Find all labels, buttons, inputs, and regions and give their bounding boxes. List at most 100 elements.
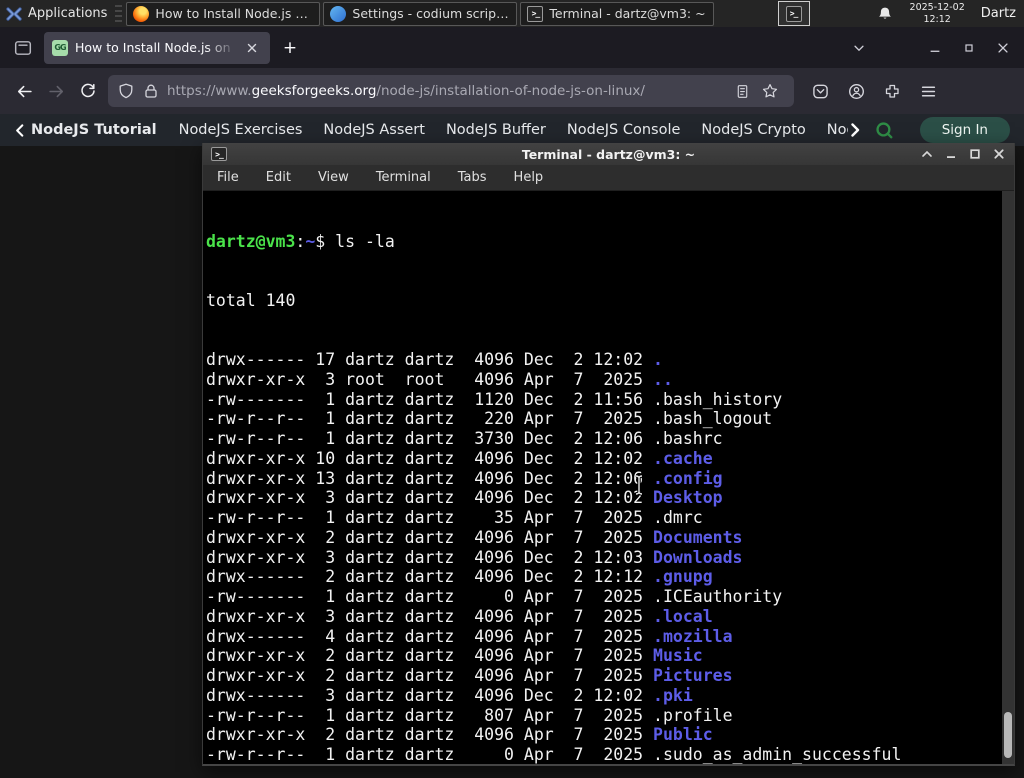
file-name: .profile (653, 705, 733, 725)
file-name: Desktop (653, 488, 723, 508)
url-path: /node-js/installation-of-node-js-on-linu… (376, 83, 645, 99)
menu-button[interactable] (914, 77, 942, 105)
pocket-icon (812, 84, 828, 98)
list-all-tabs-button[interactable] (844, 34, 874, 62)
tray-terminal-slot[interactable]: >_ (777, 1, 810, 26)
clock[interactable]: 2025-12-02 12:12 (910, 2, 965, 25)
terminal-menubar: File Edit View Terminal Tabs Help (203, 165, 1014, 191)
terminal-line: drwxr-xr-x 3 dartz dartz 4096 Apr 7 2025… (206, 606, 713, 626)
prompt-colon: : (295, 231, 306, 251)
site-search-button[interactable] (875, 121, 894, 140)
browser-minimize-button[interactable] (918, 34, 952, 62)
taskbar-window-terminal[interactable]: >_ Terminal - dartz@vm3: ~ (520, 1, 715, 26)
chevron-left-icon (16, 123, 24, 137)
terminal-prompt-line: dartz@vm3:~$ ls -la (206, 232, 1014, 252)
terminal-line: drwx------ 2 dartz dartz 4096 Dec 2 12:1… (206, 567, 713, 587)
tracking-protection-shield-icon[interactable] (118, 83, 134, 99)
url-bar[interactable]: https://www.geeksforgeeks.org/node-js/in… (108, 75, 794, 107)
file-name: Documents (653, 527, 743, 547)
clock-date: 2025-12-02 (909, 2, 965, 14)
prompt-command: $ ls -la (315, 231, 395, 251)
terminal-line: drwxr-xr-x 10 dartz dartz 4096 Dec 2 12:… (206, 448, 713, 468)
browser-close-button[interactable] (986, 34, 1020, 62)
terminal-line: drwxr-xr-x 3 root root 4096 Apr 7 2025 .… (206, 369, 673, 389)
taskbar-window-label: How to Install Node.js o... (155, 6, 314, 21)
chevron-right-icon (851, 123, 859, 137)
account-button[interactable] (842, 77, 870, 105)
terminal-menu-view[interactable]: View (318, 170, 349, 185)
reload-button[interactable] (72, 75, 104, 107)
maximize-icon (965, 43, 973, 52)
chevron-down-icon (854, 45, 864, 51)
terminal-line: drwxr-xr-x 13 dartz dartz 4096 Dec 2 12:… (206, 468, 723, 488)
browser-maximize-button[interactable] (952, 34, 986, 62)
file-name: .dmrc (653, 508, 703, 527)
applications-label: Applications (28, 6, 108, 21)
nav-item-nodejs-exercises[interactable]: NodeJS Exercises (179, 122, 303, 138)
nav-back-nodejs-tutorial[interactable]: NodeJS Tutorial (14, 122, 157, 138)
terminal-titlebar[interactable]: >_ Terminal - dartz@vm3: ~ (203, 143, 1014, 165)
terminal-scrollbar[interactable] (1002, 191, 1014, 764)
terminal-close-button[interactable] (992, 147, 1006, 161)
new-tab-button[interactable]: + (276, 34, 304, 62)
user-menu[interactable]: Dartz (981, 6, 1016, 21)
file-name: .. (653, 369, 673, 389)
minimize-icon (947, 156, 955, 158)
forward-button[interactable] (40, 75, 72, 107)
terminal-scrollbar-thumb[interactable] (1004, 712, 1012, 759)
terminal-menu-help[interactable]: Help (514, 170, 544, 185)
terminal-maximize-button[interactable] (968, 147, 982, 161)
reader-mode-icon (737, 84, 747, 98)
notifications-button[interactable] (874, 6, 896, 22)
nav-item-nodejs-buffer[interactable]: NodeJS Buffer (446, 122, 546, 138)
tab-title: How to Install Node.js on (75, 40, 231, 55)
terminal-menu-terminal[interactable]: Terminal (376, 170, 431, 185)
file-name: .pki (653, 685, 693, 705)
terminal-minimize-button[interactable] (944, 147, 958, 161)
nav-item-nodejs-console[interactable]: NodeJS Console (567, 122, 681, 138)
account-icon (848, 83, 864, 99)
nav-item-nodejs-dns[interactable]: NodeJS DNS (827, 122, 848, 138)
terminal-menu-file[interactable]: File (217, 170, 239, 185)
pocket-save-button[interactable] (806, 77, 834, 105)
taskbar-window-firefox[interactable]: How to Install Node.js o... (126, 1, 321, 26)
firefox-view-button[interactable] (8, 34, 38, 62)
taskbar-window-label: Settings - codium script... (352, 6, 511, 21)
file-name: Public (653, 725, 713, 745)
reader-mode-button[interactable] (728, 77, 756, 105)
terminal-menu-tabs[interactable]: Tabs (458, 170, 487, 185)
taskbar-window-codium[interactable]: Settings - codium script... (323, 1, 518, 26)
terminal-total-line: total 140 (206, 290, 296, 310)
terminal-line: -rw-r--r-- 1 dartz dartz 220 Apr 7 2025 … (206, 409, 773, 429)
nav-item-nodejs-assert[interactable]: NodeJS Assert (323, 122, 425, 138)
bell-icon (878, 7, 891, 19)
taskbar-window-label: Terminal - dartz@vm3: ~ (549, 6, 706, 21)
extensions-button[interactable] (878, 77, 906, 105)
file-name: Music (653, 646, 703, 666)
nav-item-nodejs-crypto[interactable]: NodeJS Crypto (701, 122, 805, 138)
terminal-rollup-button[interactable] (920, 147, 934, 161)
terminal-line: drwxr-xr-x 2 dartz dartz 4096 Apr 7 2025… (206, 646, 703, 666)
terminal-body[interactable]: dartz@vm3:~$ ls -la total 140 drwx------… (203, 191, 1014, 764)
back-button[interactable] (8, 75, 40, 107)
tab-how-to-install-nodejs[interactable]: GG How to Install Node.js on (44, 31, 270, 64)
chevron-up-icon (922, 150, 932, 157)
file-name: Downloads (653, 547, 743, 567)
codium-icon (330, 5, 347, 22)
terminal-line: -rw-r--r-- 1 dartz dartz 35 Apr 7 2025 .… (206, 508, 703, 527)
terminal-line: -rw-r--r-- 1 dartz dartz 0 Apr 7 2025 .s… (206, 745, 902, 764)
bookmark-star-button[interactable] (756, 77, 784, 105)
url-text[interactable]: https://www.geeksforgeeks.org/node-js/in… (167, 83, 728, 99)
terminal-line: drwx------ 3 dartz dartz 4096 Dec 2 12:0… (206, 685, 693, 705)
clock-time: 12:12 (923, 13, 951, 25)
minimize-icon (930, 50, 940, 52)
terminal-menu-edit[interactable]: Edit (266, 170, 291, 185)
sign-in-button[interactable]: Sign In (919, 117, 1010, 143)
terminal-line: drwxr-xr-x 2 dartz dartz 4096 Apr 7 2025… (206, 666, 733, 685)
applications-menu-button[interactable]: Applications (0, 0, 115, 27)
firefox-icon (133, 5, 150, 22)
nav-scroll-right-button[interactable] (850, 123, 861, 137)
lock-icon[interactable] (143, 83, 159, 99)
tab-close-button[interactable] (242, 38, 262, 58)
search-icon (876, 121, 893, 138)
